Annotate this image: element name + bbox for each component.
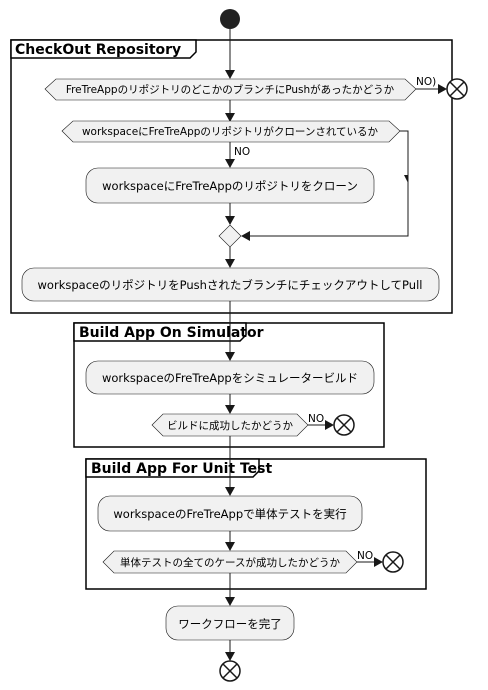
- activity-checkout-pull-label: workspaceのリポジトリをPushされたブランチにチェックアウトしてPul…: [38, 278, 423, 292]
- start-node: [220, 9, 240, 29]
- decision-tests-ok-label: 単体テストの全てのケースが成功したかどうか: [120, 556, 340, 569]
- decision-cloned-label: workspaceにFreTreAppのリポジトリがクローンされているか: [82, 125, 379, 138]
- edge-label-build-no: NO: [308, 413, 324, 425]
- end-node: [219, 660, 241, 682]
- edge-label-push-no: NO): [416, 76, 436, 88]
- partition-checkout-title: CheckOut Repository: [15, 42, 181, 58]
- activity-run-tests-label: workspaceのFreTreAppで単体テストを実行: [113, 507, 346, 521]
- decision-push-exists: FreTreAppのリポジトリのどこかのブランチにPushがあったかどうか: [44, 78, 417, 101]
- activity-diagram: CheckOut Repository Build App On Simulat…: [10, 9, 468, 682]
- partition-build-sim-title: Build App On Simulator: [79, 325, 264, 341]
- stop-node-push: [446, 78, 468, 100]
- edge-label-tests-no: NO: [357, 550, 373, 562]
- activity-run-tests: workspaceのFreTreAppで単体テストを実行: [97, 495, 363, 532]
- activity-clone: workspaceにFreTreAppのリポジトリをクローン: [85, 167, 375, 204]
- decision-build-ok: ビルドに成功したかどうか: [151, 413, 309, 437]
- decision-build-ok-label: ビルドに成功したかどうか: [167, 420, 293, 432]
- activity-clone-label: workspaceにFreTreAppのリポジトリをクローン: [102, 179, 358, 193]
- activity-sim-build-label: workspaceのFreTreAppをシミュレータービルド: [102, 371, 358, 385]
- activity-finish: ワークフローを完了: [165, 605, 295, 641]
- stop-node-build: [333, 414, 355, 436]
- activity-finish-label: ワークフローを完了: [178, 617, 282, 631]
- stop-node-tests: [382, 551, 404, 573]
- decision-cloned: workspaceにFreTreAppのリポジトリがクローンされているか: [61, 120, 401, 143]
- decision-tests-ok: 単体テストの全てのケースが成功したかどうか: [102, 550, 358, 574]
- merge-node: [218, 224, 242, 248]
- partition-unit-test-title: Build App For Unit Test: [91, 461, 272, 477]
- edge-label-cloned-no: NO: [234, 146, 250, 158]
- activity-checkout-pull: workspaceのリポジトリをPushされたブランチにチェックアウトしてPul…: [21, 267, 440, 302]
- decision-push-exists-label: FreTreAppのリポジトリのどこかのブランチにPushがあったかどうか: [66, 83, 395, 96]
- activity-sim-build: workspaceのFreTreAppをシミュレータービルド: [85, 360, 375, 395]
